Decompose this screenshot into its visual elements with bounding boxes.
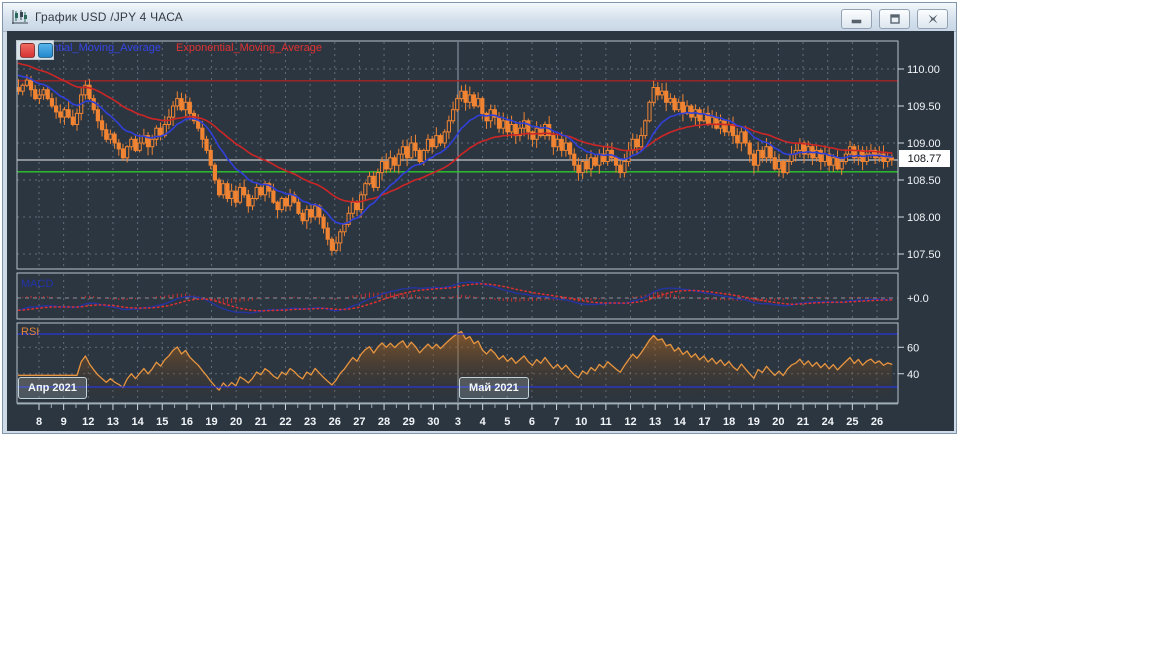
- time-axis-label: 22: [279, 416, 291, 428]
- window-controls: [841, 9, 948, 29]
- time-axis-label: 7: [554, 416, 560, 428]
- time-axis-label: 12: [624, 416, 636, 428]
- close-button[interactable]: [917, 9, 948, 29]
- time-axis-label: 23: [304, 416, 316, 428]
- time-axis-label: 21: [797, 416, 809, 428]
- close-icon: [928, 14, 937, 24]
- time-axis-label: 6: [529, 416, 535, 428]
- time-axis-label: 12: [82, 416, 94, 428]
- indicator-legend: Exponential_Moving_Average Exponential_M…: [15, 42, 322, 57]
- time-axis-label: 19: [205, 416, 217, 428]
- macd-layer: [17, 281, 893, 314]
- time-axis-label: 20: [772, 416, 784, 428]
- time-axis-label: 15: [156, 416, 168, 428]
- rsi-axis-label: 60: [907, 342, 919, 354]
- price-axis-label: 108.50: [907, 175, 941, 187]
- time-axis-label: 13: [107, 416, 119, 428]
- price-axis-label: 109.00: [907, 138, 941, 150]
- candles-layer: [16, 74, 894, 256]
- time-axis-label: 14: [674, 416, 687, 428]
- price-axis-label: 110.00: [907, 64, 940, 76]
- time-axis-label: 5: [504, 416, 510, 428]
- current-price-label: 108.77: [899, 150, 950, 167]
- minimize-icon: [851, 19, 861, 24]
- time-axis-label: 24: [822, 416, 835, 428]
- time-axis-label: 28: [378, 416, 390, 428]
- time-axis-label: 25: [846, 416, 858, 428]
- month-label-may: Май 2021: [459, 377, 529, 399]
- desktop: График USD /JPY 4 ЧАСА 110.00 109.50 109…: [0, 0, 1152, 648]
- legend-ema-slow[interactable]: Exponential_Moving_Average: [176, 42, 322, 54]
- blue-indicator-button[interactable]: [38, 42, 53, 58]
- window-title: График USD /JPY 4 ЧАСА: [35, 10, 184, 24]
- macd-panel-title: MACD: [21, 278, 53, 290]
- time-axis-label: 8: [36, 416, 42, 428]
- rsi-layer: [17, 330, 893, 402]
- indicator-buttons-panel: [16, 40, 54, 60]
- window-titlebar[interactable]: График USD /JPY 4 ЧАСА: [3, 3, 956, 32]
- chart-canvas[interactable]: 110.00 109.50 109.00 108.50 108.00 107.50 +0.0…: [7, 31, 954, 431]
- time-axis-label: 11: [600, 416, 612, 428]
- time-axis-label: 14: [131, 416, 144, 428]
- rsi-axis-label: 40: [907, 369, 919, 381]
- chart-window: График USD /JPY 4 ЧАСА 110.00 109.50 109…: [2, 2, 957, 434]
- time-axis-label: 9: [61, 416, 67, 428]
- restore-icon: [889, 14, 900, 24]
- restore-button[interactable]: [879, 9, 910, 29]
- time-axis-label: 30: [427, 416, 439, 428]
- minimize-button[interactable]: [841, 9, 872, 29]
- time-axis-label: 29: [403, 416, 415, 428]
- chart-app-icon: [11, 9, 29, 25]
- time-axis-label: 20: [230, 416, 242, 428]
- time-axis[interactable]: 8 9 12 13 14 15 16 19 20 21 22 23 26 27 28 29 30 3 4 5 6 7 10 1…: [17, 403, 898, 428]
- time-axis-label: 16: [181, 416, 193, 428]
- time-axis-label: 26: [871, 416, 883, 428]
- time-axis-label: 26: [329, 416, 341, 428]
- month-label-april: Апр 2021: [18, 377, 87, 399]
- price-axis-label: 108.00: [907, 212, 941, 224]
- time-axis-label: 18: [723, 416, 735, 428]
- time-axis-label: 10: [575, 416, 587, 428]
- time-axis-label: 13: [649, 416, 661, 428]
- time-axis-label: 4: [480, 416, 487, 428]
- chart-client-area: 110.00 109.50 109.00 108.50 108.00 107.50 +0.0…: [7, 31, 954, 431]
- time-axis-label: 17: [698, 416, 710, 428]
- price-axis-label: 109.50: [907, 101, 941, 113]
- red-indicator-button[interactable]: [20, 42, 35, 58]
- rsi-panel-title: RSI: [21, 326, 39, 338]
- macd-axis-label: +0.0: [907, 293, 929, 305]
- time-axis-label: 27: [353, 416, 365, 428]
- time-axis-label: 19: [748, 416, 760, 428]
- price-axis-label: 107.50: [907, 249, 941, 261]
- time-axis-label: 3: [455, 416, 461, 428]
- price-axis[interactable]: 110.00 109.50 109.00 108.50 108.00 107.50 +0.0…: [898, 64, 941, 381]
- time-axis-label: 21: [255, 416, 267, 428]
